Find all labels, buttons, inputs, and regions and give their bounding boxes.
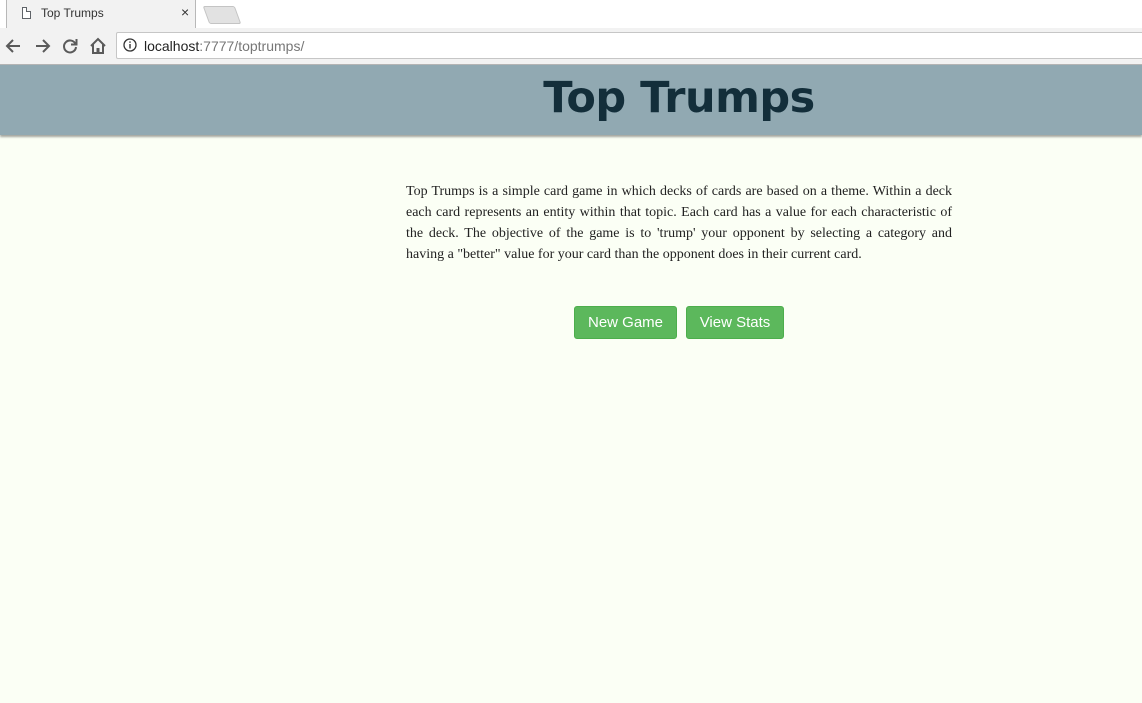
intro-paragraph: Top Trumps is a simple card game in whic…: [406, 184, 952, 262]
info-icon[interactable]: [123, 38, 137, 52]
browser-chrome: Top Trumps × localhost:7777/toptrumps/: [0, 0, 1142, 65]
browser-tab[interactable]: Top Trumps ×: [6, 0, 196, 28]
browser-toolbar: localhost:7777/toptrumps/: [0, 28, 1142, 65]
page-title: Top Trumps: [543, 73, 815, 123]
url-path: :7777/toptrumps/: [199, 38, 305, 54]
view-stats-button[interactable]: View Stats: [686, 306, 784, 339]
tab-strip: Top Trumps ×: [0, 0, 1142, 29]
url-host: localhost: [144, 38, 200, 54]
site-header: Top Trumps: [0, 65, 1142, 135]
new-tab-button[interactable]: [202, 6, 242, 24]
page-icon: [22, 7, 31, 19]
reload-icon[interactable]: [60, 36, 80, 56]
url-text[interactable]: localhost:7777/toptrumps/: [144, 38, 304, 54]
address-bar[interactable]: localhost:7777/toptrumps/: [116, 32, 1142, 59]
close-icon[interactable]: ×: [181, 5, 189, 19]
forward-arrow-icon[interactable]: [32, 36, 52, 56]
home-icon[interactable]: [88, 36, 108, 56]
tab-title: Top Trumps: [41, 6, 104, 20]
new-game-button[interactable]: New Game: [574, 306, 677, 339]
back-arrow-icon[interactable]: [4, 36, 24, 56]
